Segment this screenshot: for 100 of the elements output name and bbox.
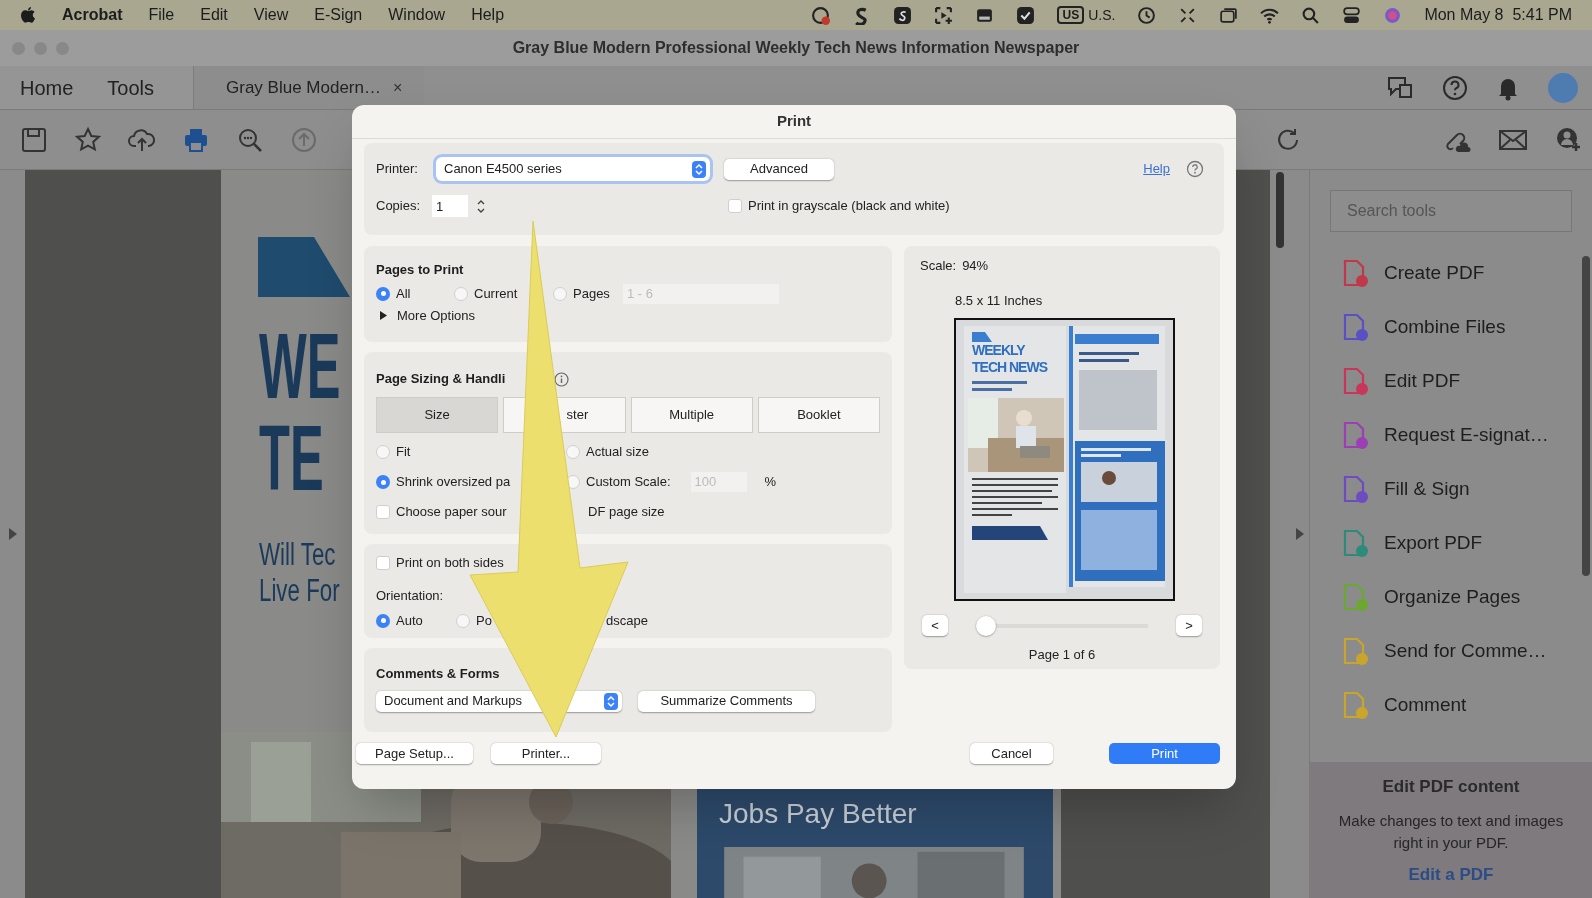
- button[interactable]: Advanced: [724, 158, 834, 180]
- tool-item[interactable]: Combine Files: [1310, 300, 1582, 354]
- collapse-arrow-icon[interactable]: [1295, 528, 1304, 540]
- chat-icon[interactable]: [1386, 74, 1414, 101]
- tab-close-button[interactable]: ×: [392, 75, 403, 100]
- section-heading: Comments & Forms: [376, 665, 501, 683]
- field-label: Orientation:: [376, 587, 445, 605]
- slider-thumb[interactable]: [976, 615, 996, 636]
- app-menu[interactable]: Acrobat: [62, 3, 123, 27]
- checkbox[interactable]: [728, 199, 742, 213]
- menu-item[interactable]: Window: [388, 3, 446, 27]
- info-icon[interactable]: [554, 371, 569, 387]
- tool-item[interactable]: Request E-signat…: [1310, 408, 1582, 462]
- field-label: Copies:: [376, 197, 422, 216]
- menu-item[interactable]: Help: [471, 3, 505, 27]
- tool-item[interactable]: Edit PDF: [1310, 354, 1582, 408]
- checkbox[interactable]: [376, 505, 390, 519]
- radio-button[interactable]: [376, 613, 390, 628]
- windows-icon[interactable]: [1219, 5, 1239, 25]
- copies-field[interactable]: 1: [432, 195, 468, 217]
- radio-label: Custom Scale:: [586, 473, 671, 492]
- radio-label: Fit: [396, 443, 411, 462]
- percent-label: %: [764, 473, 777, 492]
- headline-text: WE: [259, 320, 341, 412]
- tool-item[interactable]: Organize Pages: [1310, 570, 1582, 624]
- radio-button[interactable]: [553, 286, 567, 301]
- promo-title: Edit PDF content: [1382, 776, 1520, 798]
- radio-button[interactable]: [456, 613, 470, 628]
- checkbox-label: Print on both sides: [396, 554, 504, 573]
- segment-tab[interactable]: Multiple: [630, 397, 753, 433]
- button[interactable]: >: [1176, 615, 1202, 636]
- thumbnail-headline: WEEKLY: [972, 342, 1026, 359]
- radio-label: Current: [474, 284, 518, 303]
- radio-button[interactable]: [376, 445, 390, 459]
- s-square-icon[interactable]: [893, 5, 913, 25]
- radio-label: Actual size: [586, 443, 649, 462]
- printer-select[interactable]: Canon E4500 series: [436, 157, 710, 181]
- field-label: Printer:: [376, 160, 419, 179]
- search-icon[interactable]: [1301, 5, 1321, 25]
- dialog-title: Print: [352, 105, 1236, 139]
- radio-button[interactable]: [454, 286, 468, 301]
- help-icon[interactable]: [1186, 160, 1204, 178]
- apple-icon[interactable]: [20, 6, 36, 24]
- star-icon[interactable]: [74, 125, 102, 154]
- banner-icon: [972, 526, 1048, 540]
- scale-label: Scale:: [920, 257, 957, 275]
- menu-item[interactable]: Edit: [200, 3, 228, 27]
- segment-tab[interactable]: Size: [376, 397, 499, 433]
- button[interactable]: Printer...: [491, 743, 601, 764]
- caption-text: Jobs Pay Better: [719, 797, 917, 831]
- print-button[interactable]: Print: [1109, 743, 1220, 764]
- add-user-icon[interactable]: [1554, 125, 1582, 154]
- logo-shape-icon: [258, 237, 350, 297]
- tool-item[interactable]: Comment: [1310, 678, 1582, 732]
- button[interactable]: Page Setup...: [356, 743, 473, 764]
- keyboard-label[interactable]: U.S.: [1088, 4, 1116, 26]
- tool-item[interactable]: Send for Comme…: [1310, 624, 1582, 678]
- button[interactable]: Summarize Comments: [638, 690, 815, 712]
- mail-icon[interactable]: [1498, 127, 1528, 152]
- segment-tab[interactable]: Booklet: [757, 397, 880, 433]
- help-icon[interactable]: [1442, 74, 1468, 101]
- checkbox-label: DF page size: [588, 503, 665, 522]
- checkbox-label: Choose paper sour: [396, 503, 508, 522]
- siri-icon[interactable]: [1383, 5, 1403, 25]
- tool-item[interactable]: Export PDF: [1310, 516, 1582, 570]
- scrollbar-thumb[interactable]: [1582, 256, 1590, 576]
- menu-item[interactable]: E-Sign: [314, 3, 363, 27]
- checkbox[interactable]: [376, 556, 390, 570]
- subtitle-text: Will Tec: [259, 537, 336, 573]
- menu-item[interactable]: View: [253, 3, 289, 27]
- toggles-icon[interactable]: [1342, 5, 1362, 25]
- radio-label: Po: [476, 611, 492, 630]
- disclosure-triangle-icon: [380, 311, 387, 320]
- button[interactable]: <: [922, 615, 948, 636]
- check-icon[interactable]: [1016, 5, 1036, 25]
- search-field[interactable]: Search tools: [1330, 190, 1572, 232]
- more-options-toggle[interactable]: More Options: [380, 305, 880, 326]
- button[interactable]: Cancel: [970, 743, 1053, 764]
- keyboard-badge[interactable]: US: [1057, 6, 1085, 24]
- radio-button[interactable]: [376, 286, 390, 301]
- expand-arrow-icon[interactable]: [8, 528, 17, 540]
- radio-button[interactable]: [376, 475, 390, 489]
- stepper-icon[interactable]: [604, 692, 618, 710]
- radio-label: All: [396, 284, 411, 303]
- page-indicator: Page 1 of 6: [1028, 646, 1096, 664]
- stepper-icon[interactable]: [692, 160, 706, 178]
- screen-record-icon[interactable]: [934, 5, 954, 25]
- section-heading: Page Sizing & Handli: [376, 370, 507, 389]
- menu-clock[interactable]: Mon May 8 5:41 PM: [1424, 3, 1572, 27]
- help-link[interactable]: Help: [1143, 159, 1170, 179]
- menu-item[interactable]: File: [148, 3, 175, 27]
- radio-button[interactable]: [566, 445, 580, 459]
- nav-tab[interactable]: Home: [20, 72, 74, 103]
- save-icon[interactable]: [20, 125, 48, 154]
- tool-item[interactable]: Fill & Sign: [1310, 462, 1582, 516]
- tool-item[interactable]: Create PDF: [1310, 246, 1582, 300]
- thumbnail-headline: TECH NEWS: [972, 359, 1049, 376]
- scrollbar-thumb[interactable]: [1276, 172, 1284, 248]
- nav-tab[interactable]: Tools: [107, 72, 155, 103]
- clock-icon[interactable]: [1137, 5, 1157, 25]
